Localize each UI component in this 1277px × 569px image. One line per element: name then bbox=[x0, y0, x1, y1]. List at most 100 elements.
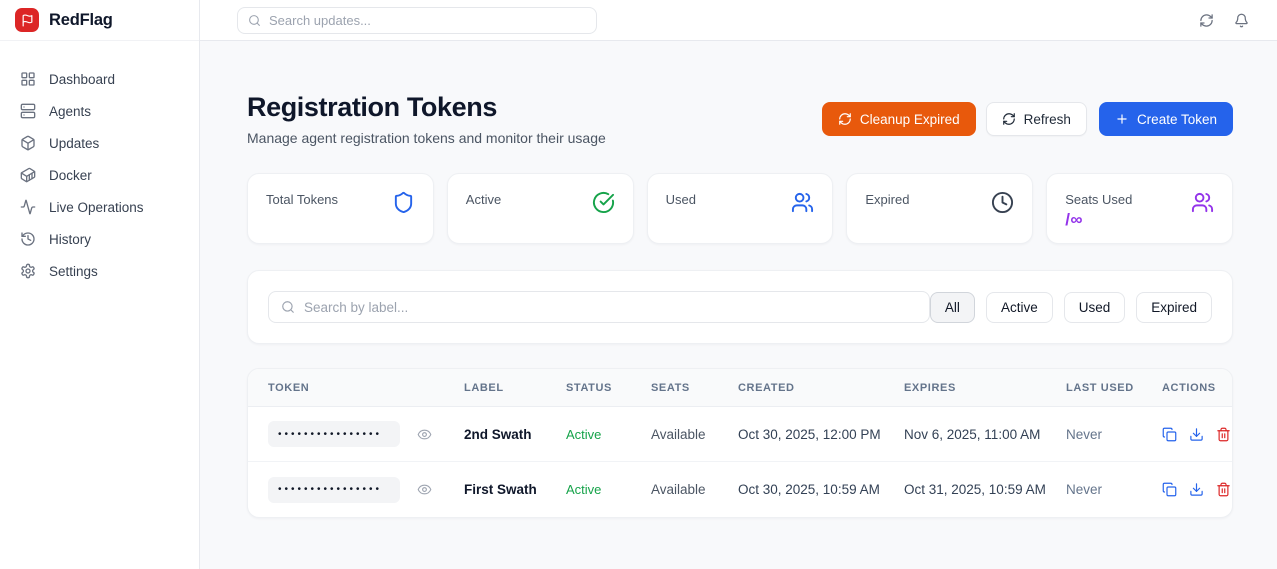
table-row: •••••••••••••••• First Swath Active Avai… bbox=[248, 462, 1232, 517]
global-search[interactable] bbox=[237, 7, 597, 34]
copy-icon[interactable] bbox=[1162, 427, 1177, 442]
stat-value: /∞ bbox=[1065, 210, 1132, 230]
column-header-token: Token bbox=[268, 382, 464, 394]
sidebar-item-label: Dashboard bbox=[49, 72, 115, 87]
topbar-icons bbox=[1199, 13, 1249, 28]
refresh-button[interactable]: Refresh bbox=[986, 102, 1087, 136]
stat-label: Seats Used bbox=[1065, 192, 1132, 207]
created-value: Oct 30, 2025, 10:59 AM bbox=[738, 482, 904, 497]
column-header-expires: Expires bbox=[904, 382, 1066, 394]
table-row: •••••••••••••••• 2nd Swath Active Availa… bbox=[248, 407, 1232, 462]
status-badge: Active bbox=[566, 482, 651, 497]
cleanup-expired-button[interactable]: Cleanup Expired bbox=[822, 102, 976, 136]
stat-card-expired: Expired bbox=[846, 173, 1033, 244]
refresh-icon bbox=[1002, 112, 1016, 126]
expires-value: Nov 6, 2025, 11:00 AM bbox=[904, 427, 1066, 442]
table-header-row: Token Label Status Seats Created Expires… bbox=[248, 369, 1232, 407]
sidebar-item-label: Docker bbox=[49, 168, 92, 183]
brand[interactable]: RedFlag bbox=[0, 0, 199, 41]
sidebar-item-dashboard[interactable]: Dashboard bbox=[0, 63, 199, 95]
sidebar-item-live-operations[interactable]: Live Operations bbox=[0, 191, 199, 223]
topbar bbox=[200, 0, 1277, 41]
search-icon bbox=[281, 300, 295, 314]
sidebar: RedFlag Dashboard Agents Updates Docker … bbox=[0, 0, 200, 569]
tokens-table: Token Label Status Seats Created Expires… bbox=[247, 368, 1233, 518]
sidebar-nav: Dashboard Agents Updates Docker Live Ope… bbox=[0, 41, 199, 287]
masked-token: •••••••••••••••• bbox=[268, 477, 400, 503]
last-used-value: Never bbox=[1066, 427, 1162, 442]
token-label: First Swath bbox=[464, 482, 566, 497]
refresh-icon[interactable] bbox=[1199, 13, 1214, 28]
stat-card-seats-used: Seats Used /∞ bbox=[1046, 173, 1233, 244]
sidebar-item-label: Agents bbox=[49, 104, 91, 119]
server-icon bbox=[20, 103, 36, 119]
filter-expired-button[interactable]: Expired bbox=[1136, 292, 1212, 323]
create-token-label: Create Token bbox=[1137, 112, 1217, 127]
clock-icon bbox=[991, 189, 1014, 214]
search-icon bbox=[248, 14, 261, 27]
eye-icon[interactable] bbox=[417, 427, 432, 442]
plus-icon bbox=[1115, 112, 1129, 126]
container-icon bbox=[20, 167, 36, 183]
status-badge: Active bbox=[566, 427, 651, 442]
column-header-created: Created bbox=[738, 382, 904, 394]
token-label: 2nd Swath bbox=[464, 427, 566, 442]
column-header-seats: Seats bbox=[651, 382, 738, 394]
download-icon[interactable] bbox=[1189, 427, 1204, 442]
global-search-input[interactable] bbox=[269, 13, 586, 28]
sidebar-item-agents[interactable]: Agents bbox=[0, 95, 199, 127]
label-search[interactable] bbox=[268, 291, 930, 323]
refresh-icon bbox=[838, 112, 852, 126]
download-icon[interactable] bbox=[1189, 482, 1204, 497]
filter-used-button[interactable]: Used bbox=[1064, 292, 1126, 323]
sidebar-item-label: Live Operations bbox=[49, 200, 144, 215]
shield-icon bbox=[392, 189, 415, 214]
brand-name: RedFlag bbox=[49, 11, 113, 30]
notification-bell-icon[interactable] bbox=[1234, 13, 1249, 28]
sidebar-item-docker[interactable]: Docker bbox=[0, 159, 199, 191]
stat-label: Used bbox=[666, 192, 696, 207]
copy-icon[interactable] bbox=[1162, 482, 1177, 497]
label-search-input[interactable] bbox=[304, 300, 917, 315]
row-actions bbox=[1162, 482, 1231, 497]
create-token-button[interactable]: Create Token bbox=[1099, 102, 1233, 136]
main-content: Registration Tokens Manage agent registr… bbox=[200, 41, 1277, 569]
page-subtitle: Manage agent registration tokens and mon… bbox=[247, 130, 606, 146]
row-actions bbox=[1162, 427, 1231, 442]
seats-value: Available bbox=[651, 482, 738, 497]
sidebar-item-label: Settings bbox=[49, 264, 98, 279]
stats-row: Total Tokens Active Used bbox=[247, 173, 1233, 244]
last-used-value: Never bbox=[1066, 482, 1162, 497]
trash-icon[interactable] bbox=[1216, 427, 1231, 442]
masked-token: •••••••••••••••• bbox=[268, 421, 400, 447]
cleanup-expired-label: Cleanup Expired bbox=[860, 112, 960, 127]
column-header-actions: Actions bbox=[1162, 382, 1216, 394]
created-value: Oct 30, 2025, 12:00 PM bbox=[738, 427, 904, 442]
stat-label: Total Tokens bbox=[266, 192, 338, 207]
eye-icon[interactable] bbox=[417, 482, 432, 497]
expires-value: Oct 31, 2025, 10:59 AM bbox=[904, 482, 1066, 497]
sidebar-item-history[interactable]: History bbox=[0, 223, 199, 255]
stat-card-used: Used bbox=[647, 173, 834, 244]
header-actions: Cleanup Expired Refresh Create Token bbox=[822, 102, 1233, 136]
check-circle-icon bbox=[592, 189, 615, 214]
filter-bar: All Active Used Expired bbox=[247, 270, 1233, 344]
dashboard-grid-icon bbox=[20, 71, 36, 87]
column-header-label: Label bbox=[464, 382, 566, 394]
users-icon bbox=[791, 189, 814, 214]
trash-icon[interactable] bbox=[1216, 482, 1231, 497]
seats-value: Available bbox=[651, 427, 738, 442]
filter-all-button[interactable]: All bbox=[930, 292, 975, 323]
page-header: Registration Tokens Manage agent registr… bbox=[247, 92, 1233, 146]
stat-card-active: Active bbox=[447, 173, 634, 244]
package-icon bbox=[20, 135, 36, 151]
sidebar-item-settings[interactable]: Settings bbox=[0, 255, 199, 287]
sidebar-item-label: History bbox=[49, 232, 91, 247]
sidebar-item-updates[interactable]: Updates bbox=[0, 127, 199, 159]
filter-active-button[interactable]: Active bbox=[986, 292, 1053, 323]
app-window: RedFlag Dashboard Agents Updates Docker … bbox=[0, 0, 1277, 569]
filter-chips: All Active Used Expired bbox=[930, 292, 1212, 323]
sidebar-item-label: Updates bbox=[49, 136, 99, 151]
history-clock-icon bbox=[20, 231, 36, 247]
column-header-status: Status bbox=[566, 382, 651, 394]
